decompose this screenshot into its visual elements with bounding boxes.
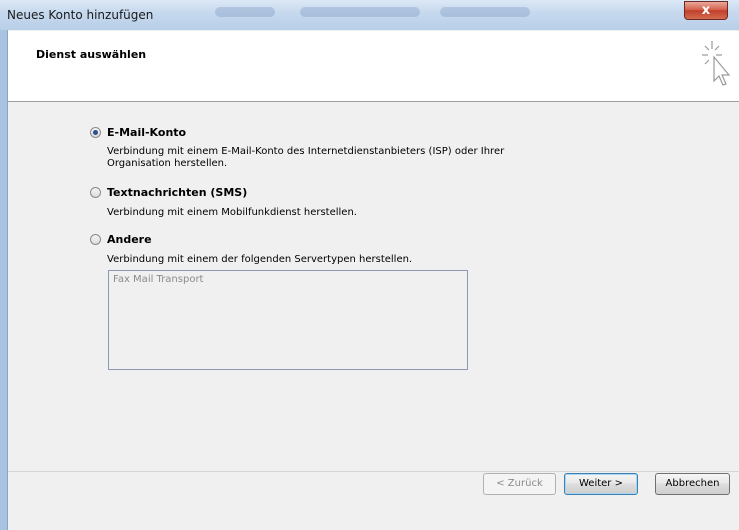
radio-button-email[interactable] [90, 126, 101, 138]
close-button[interactable]: x [684, 1, 728, 20]
back-button[interactable]: < Zurück [483, 473, 556, 495]
footer-divider [8, 471, 739, 472]
list-item[interactable]: Fax Mail Transport [113, 274, 203, 285]
blurred-background-title [440, 7, 530, 17]
option-description: Verbindung mit einem Mobilfunkdienst her… [107, 207, 577, 219]
radio-option-other[interactable]: Andere [90, 231, 152, 247]
description-line: Organisation herstellen. [107, 158, 228, 169]
cursor-click-sparkle-icon [702, 41, 731, 86]
radio-button-sms[interactable] [90, 186, 101, 198]
radio-option-sms[interactable]: Textnachrichten (SMS) [90, 184, 247, 200]
page-title: Dienst auswählen [36, 48, 147, 61]
next-button[interactable]: Weiter > [564, 473, 638, 495]
title-bar[interactable]: Neues Konto hinzufügen x [0, 0, 739, 30]
blurred-background-title [300, 7, 420, 17]
option-label[interactable]: Andere [107, 233, 152, 246]
option-description: Verbindung mit einem der folgenden Serve… [107, 254, 577, 266]
option-description: Verbindung mit einem E-Mail-Konto des In… [107, 146, 577, 170]
option-label[interactable]: E-Mail-Konto [107, 126, 186, 139]
radio-option-email[interactable]: E-Mail-Konto [90, 124, 186, 140]
wizard-header: Dienst auswählen [8, 31, 739, 102]
dialog-window: Neues Konto hinzufügen x Dienst auswähle… [0, 0, 739, 530]
window-title: Neues Konto hinzufügen [7, 8, 154, 22]
option-label[interactable]: Textnachrichten (SMS) [107, 186, 247, 199]
blurred-background-title [215, 7, 275, 17]
service-options: E-Mail-Konto Verbindung mit einem E-Mail… [8, 102, 739, 472]
close-icon: x [701, 3, 711, 18]
description-line: Verbindung mit einem der folgenden Serve… [107, 254, 413, 265]
cancel-button[interactable]: Abbrechen [655, 473, 730, 495]
radio-button-other[interactable] [90, 233, 101, 245]
description-line: Verbindung mit einem Mobilfunkdienst her… [107, 207, 357, 218]
description-line: Verbindung mit einem E-Mail-Konto des In… [107, 146, 505, 157]
server-type-listbox[interactable]: Fax Mail Transport [108, 270, 468, 370]
